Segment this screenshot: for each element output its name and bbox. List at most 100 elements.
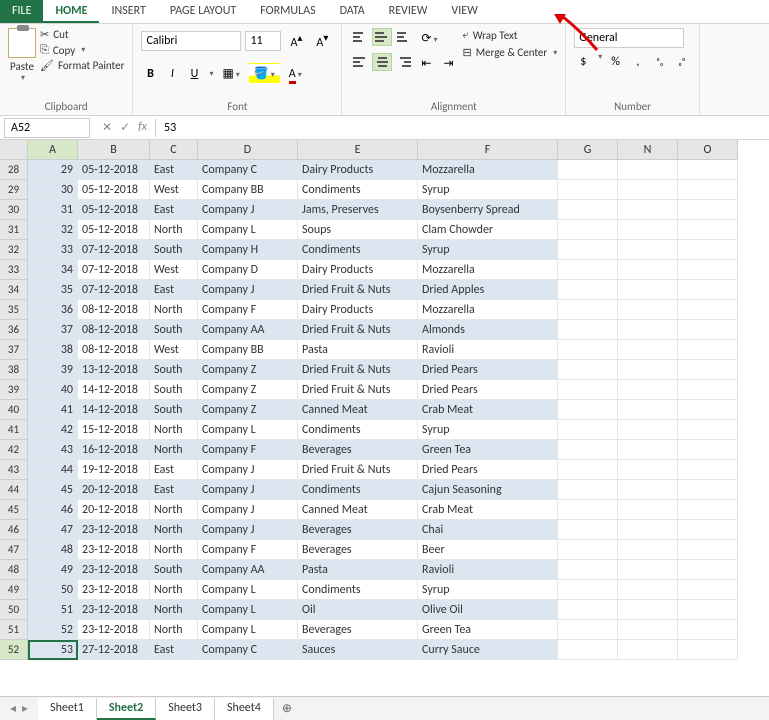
cell[interactable]: Company J: [198, 520, 298, 540]
cell[interactable]: Company J: [198, 500, 298, 520]
cell[interactable]: Dried Fruit & Nuts: [298, 280, 418, 300]
cell[interactable]: [558, 320, 618, 340]
cell[interactable]: [618, 520, 678, 540]
cell[interactable]: 08-12-2018: [78, 320, 150, 340]
cell[interactable]: Company J: [198, 200, 298, 220]
align-top-button[interactable]: [350, 28, 370, 46]
row-header[interactable]: 29: [0, 180, 28, 200]
cell[interactable]: Dried Pears: [418, 460, 558, 480]
cut-button[interactable]: ✂Cut: [40, 28, 124, 41]
cell[interactable]: Company F: [198, 440, 298, 460]
cell[interactable]: Company H: [198, 240, 298, 260]
cell[interactable]: [618, 360, 678, 380]
cell[interactable]: North: [150, 500, 198, 520]
merge-center-button[interactable]: ⊟Merge & Center▾: [463, 46, 558, 59]
cell[interactable]: 23-12-2018: [78, 520, 150, 540]
cell[interactable]: [558, 160, 618, 180]
cell[interactable]: [618, 620, 678, 640]
cell[interactable]: 14-12-2018: [78, 400, 150, 420]
cell[interactable]: [618, 380, 678, 400]
orientation-button[interactable]: ⟳▾: [416, 28, 442, 49]
cell[interactable]: 23-12-2018: [78, 580, 150, 600]
column-header-F[interactable]: F: [418, 140, 558, 160]
cell[interactable]: East: [150, 280, 198, 300]
cell[interactable]: Company BB: [198, 340, 298, 360]
cell[interactable]: [558, 480, 618, 500]
cell[interactable]: Company J: [198, 460, 298, 480]
cell[interactable]: Company Z: [198, 360, 298, 380]
currency-button[interactable]: $: [574, 52, 592, 72]
cell[interactable]: [618, 180, 678, 200]
cell[interactable]: [558, 460, 618, 480]
row-header[interactable]: 37: [0, 340, 28, 360]
cell[interactable]: [558, 600, 618, 620]
cell[interactable]: 48: [28, 540, 78, 560]
cell[interactable]: Company AA: [198, 320, 298, 340]
cell[interactable]: 23-12-2018: [78, 600, 150, 620]
cell[interactable]: South: [150, 380, 198, 400]
wrap-text-button[interactable]: ⤶Wrap Text: [463, 28, 558, 42]
cell[interactable]: Dairy Products: [298, 160, 418, 180]
cell[interactable]: [618, 400, 678, 420]
cell[interactable]: North: [150, 300, 198, 320]
cell[interactable]: [678, 500, 738, 520]
cell[interactable]: [678, 240, 738, 260]
cell[interactable]: Dried Pears: [418, 360, 558, 380]
cell[interactable]: 32: [28, 220, 78, 240]
name-box[interactable]: [4, 118, 90, 138]
cell[interactable]: [678, 620, 738, 640]
cell[interactable]: 45: [28, 480, 78, 500]
cell[interactable]: Company L: [198, 600, 298, 620]
cell[interactable]: Beverages: [298, 440, 418, 460]
cell[interactable]: Dried Fruit & Nuts: [298, 380, 418, 400]
cell[interactable]: [558, 400, 618, 420]
cell[interactable]: West: [150, 340, 198, 360]
cell[interactable]: East: [150, 460, 198, 480]
cell[interactable]: [678, 300, 738, 320]
cell[interactable]: Dried Fruit & Nuts: [298, 360, 418, 380]
cell[interactable]: [618, 540, 678, 560]
cell[interactable]: Almonds: [418, 320, 558, 340]
cell[interactable]: [558, 500, 618, 520]
cell[interactable]: Company Z: [198, 400, 298, 420]
row-header[interactable]: 40: [0, 400, 28, 420]
row-header[interactable]: 32: [0, 240, 28, 260]
format-painter-button[interactable]: 🖌Format Painter: [40, 59, 124, 72]
copy-button[interactable]: ⎘Copy▾: [40, 43, 124, 57]
paste-button[interactable]: Paste ▾: [8, 28, 36, 83]
cell[interactable]: [678, 200, 738, 220]
cell[interactable]: [678, 560, 738, 580]
cell[interactable]: Soups: [298, 220, 418, 240]
cell[interactable]: [618, 260, 678, 280]
row-header[interactable]: 35: [0, 300, 28, 320]
align-bottom-button[interactable]: [394, 28, 414, 46]
cell[interactable]: [558, 280, 618, 300]
cell[interactable]: Beverages: [298, 520, 418, 540]
cell[interactable]: Company L: [198, 580, 298, 600]
percent-button[interactable]: %: [606, 52, 625, 72]
cell[interactable]: North: [150, 440, 198, 460]
comma-button[interactable]: ,: [629, 52, 647, 72]
cell[interactable]: Mozzarella: [418, 160, 558, 180]
align-right-button[interactable]: [394, 53, 414, 71]
cell[interactable]: Company F: [198, 300, 298, 320]
row-header[interactable]: 39: [0, 380, 28, 400]
cell[interactable]: Syrup: [418, 180, 558, 200]
cell[interactable]: Company BB: [198, 180, 298, 200]
sheet-nav-next[interactable]: ▸: [22, 701, 28, 716]
row-header[interactable]: 41: [0, 420, 28, 440]
cell[interactable]: Dairy Products: [298, 260, 418, 280]
row-header[interactable]: 36: [0, 320, 28, 340]
decrease-indent-button[interactable]: ⇤: [416, 53, 436, 74]
row-header[interactable]: 51: [0, 620, 28, 640]
font-size-select[interactable]: [245, 31, 281, 51]
cell[interactable]: Jams, Preserves: [298, 200, 418, 220]
cell[interactable]: East: [150, 200, 198, 220]
column-header-E[interactable]: E: [298, 140, 418, 160]
cell[interactable]: Chai: [418, 520, 558, 540]
cell[interactable]: Beverages: [298, 620, 418, 640]
cell[interactable]: 35: [28, 280, 78, 300]
cell[interactable]: Company L: [198, 420, 298, 440]
cell[interactable]: [558, 180, 618, 200]
cell[interactable]: 08-12-2018: [78, 300, 150, 320]
